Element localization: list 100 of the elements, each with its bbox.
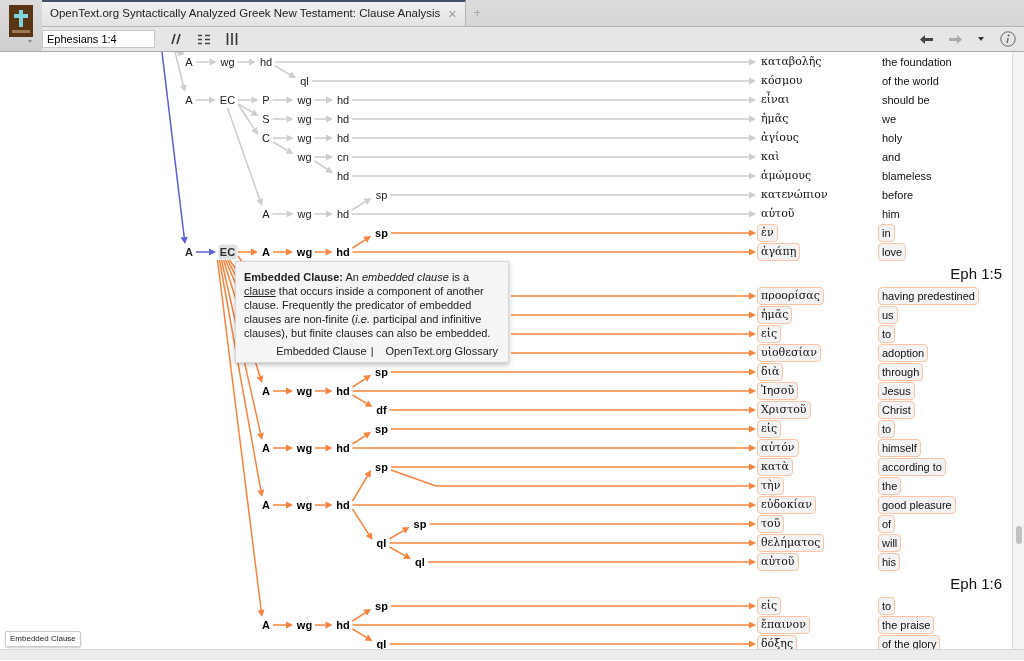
gloss-text: the	[878, 477, 902, 495]
node-label[interactable]: wg	[295, 206, 314, 222]
greek-word[interactable]: εἰς	[757, 325, 782, 343]
node-label[interactable]: sp	[373, 225, 390, 241]
node-label[interactable]: sp	[373, 421, 390, 437]
glossary-link[interactable]: OpenText.org Glossary	[385, 344, 498, 358]
node-label[interactable]: sp	[373, 598, 390, 614]
node-label[interactable]: df	[374, 402, 389, 418]
node-label[interactable]: hd	[334, 244, 352, 260]
node-label[interactable]: A	[183, 92, 195, 108]
node-label[interactable]: sp	[373, 459, 390, 475]
gloss-text: adoption	[878, 344, 929, 362]
gloss-text: before	[881, 188, 915, 203]
greek-word[interactable]: ἀμώμους	[757, 167, 816, 185]
glossary-term-link[interactable]: clause	[244, 285, 276, 297]
node-label[interactable]: A	[183, 244, 195, 260]
node-label[interactable]: wg	[295, 92, 314, 108]
node-label[interactable]: C	[260, 130, 272, 146]
gloss-text: us	[878, 306, 898, 324]
greek-word[interactable]: ἐν	[757, 224, 778, 242]
greek-word[interactable]: Χριστοῦ	[757, 401, 811, 419]
greek-word[interactable]: καταβολῆς	[757, 53, 826, 71]
greek-word[interactable]: κατενώπιον	[757, 186, 832, 204]
document-tab[interactable]: OpenText.org Syntactically Analyzed Greek New Testament: Clause Analysis ×	[42, 0, 466, 26]
node-label[interactable]: S	[260, 111, 272, 127]
greek-word[interactable]: ἔπαινον	[757, 616, 810, 634]
node-label[interactable]: EC	[217, 244, 238, 260]
info-icon[interactable]	[1000, 31, 1016, 47]
node-label[interactable]: wg	[295, 149, 314, 165]
term-link[interactable]: Embedded Clause	[276, 344, 367, 358]
greek-word[interactable]: εἶναι	[757, 91, 794, 109]
node-label[interactable]: wg	[294, 383, 315, 399]
node-label[interactable]: wg	[295, 111, 314, 127]
node-label[interactable]: A	[260, 206, 272, 222]
gloss-text: Jesus	[878, 382, 915, 400]
node-label[interactable]: wg	[294, 440, 315, 456]
node-label[interactable]: wg	[218, 54, 237, 70]
node-label[interactable]: wg	[295, 130, 314, 146]
greek-word[interactable]: καὶ	[757, 148, 784, 166]
node-label[interactable]: ql	[374, 636, 389, 649]
greek-word[interactable]: δόξης	[757, 635, 798, 649]
columns-icon[interactable]	[226, 33, 238, 45]
greek-word[interactable]: θελήματος	[757, 534, 825, 552]
node-label[interactable]: ql	[298, 73, 311, 89]
greek-word[interactable]: αὐτοῦ	[757, 205, 799, 223]
dropdown-caret-icon[interactable]	[978, 37, 984, 41]
node-label[interactable]: ql	[374, 535, 389, 551]
node-label[interactable]: wg	[294, 617, 315, 633]
back-arrow-icon[interactable]	[920, 34, 933, 44]
list-layout-icon[interactable]	[198, 33, 210, 45]
node-label[interactable]: sp	[373, 364, 390, 380]
horizontal-scrollbar[interactable]	[0, 649, 1024, 660]
node-label[interactable]: hd	[334, 92, 352, 108]
greek-word[interactable]: ἁγίους	[757, 129, 803, 147]
greek-word[interactable]: τὴν	[757, 477, 785, 495]
node-label[interactable]: A	[260, 440, 272, 456]
node-label[interactable]: hd	[334, 111, 352, 127]
node-label[interactable]: hd	[334, 440, 352, 456]
node-label[interactable]: sp	[373, 187, 390, 203]
greek-word[interactable]: εἰς	[757, 597, 782, 615]
node-label[interactable]: hd	[334, 383, 352, 399]
greek-word[interactable]: εἰς	[757, 420, 782, 438]
node-label[interactable]: EC	[217, 92, 238, 108]
greek-word[interactable]: προορίσας	[757, 287, 824, 305]
gloss-text: good pleasure	[878, 496, 956, 514]
greek-word[interactable]: ἀγάπῃ	[757, 243, 801, 261]
node-label[interactable]: ql	[413, 554, 427, 570]
node-label[interactable]: hd	[257, 54, 275, 70]
greek-word[interactable]: εὐδοκίαν	[757, 496, 816, 514]
book-cover-icon[interactable]	[8, 4, 34, 44]
greek-word[interactable]: ἡμᾶς	[757, 306, 793, 324]
gloss-text: his	[878, 553, 901, 571]
greek-word[interactable]: κατὰ	[757, 458, 793, 476]
reference-field[interactable]: Ephesians 1:4	[42, 30, 155, 48]
greek-word[interactable]: τοῦ	[757, 515, 785, 533]
node-label[interactable]: hd	[334, 497, 352, 513]
vertical-scrollbar[interactable]	[1012, 52, 1024, 649]
node-label[interactable]: A	[260, 617, 272, 633]
greek-word[interactable]: κόσμου	[757, 72, 807, 90]
node-label[interactable]: hd	[334, 130, 352, 146]
node-label[interactable]: wg	[294, 244, 315, 260]
greek-word[interactable]: αὐτόν	[757, 439, 799, 457]
node-label[interactable]: A	[260, 244, 272, 260]
node-label[interactable]: A	[260, 497, 272, 513]
greek-word[interactable]: υἱοθεσίαν	[757, 344, 821, 362]
node-label[interactable]: wg	[294, 497, 315, 513]
greek-word[interactable]: αὐτοῦ	[757, 553, 799, 571]
node-label[interactable]: hd	[334, 617, 352, 633]
gloss-text: according to	[878, 458, 946, 476]
node-label[interactable]: cn	[335, 149, 351, 165]
greek-word[interactable]: διὰ	[757, 363, 784, 381]
node-label[interactable]: A	[183, 54, 195, 70]
node-label[interactable]: P	[260, 92, 272, 108]
node-label[interactable]: sp	[411, 516, 429, 532]
greek-word[interactable]: ἡμᾶς	[757, 110, 793, 128]
slashes-icon[interactable]	[171, 33, 182, 45]
node-label[interactable]: hd	[334, 168, 352, 184]
node-label[interactable]: hd	[334, 206, 352, 222]
greek-word[interactable]: Ἰησοῦ	[757, 382, 799, 400]
node-label[interactable]: A	[260, 383, 272, 399]
